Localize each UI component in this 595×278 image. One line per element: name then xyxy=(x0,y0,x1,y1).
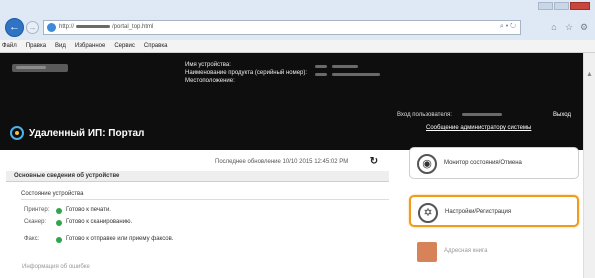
address-book-button[interactable]: Адресная книга xyxy=(409,235,579,267)
address-book-icon xyxy=(417,242,437,262)
menu-edit[interactable]: Правка xyxy=(26,43,46,49)
admin-message-link[interactable]: Сообщение администратору системы xyxy=(426,125,531,131)
status-ok-icon xyxy=(56,237,62,243)
device-name-label: Имя устройства: xyxy=(185,62,231,68)
logout-link[interactable]: Выход xyxy=(553,112,571,118)
remote-ui-icon xyxy=(10,126,24,140)
device-status-title: Состояние устройства xyxy=(21,191,84,197)
brand-logo xyxy=(12,61,72,75)
window-titlebar xyxy=(0,0,595,16)
vertical-scrollbar[interactable]: ▲ xyxy=(583,53,595,278)
menu-view[interactable]: Вид xyxy=(55,43,66,49)
status-label: Факс: xyxy=(24,236,40,242)
status-monitor-button[interactable]: ◉ Монитор состояния/Отмена xyxy=(409,147,579,179)
menu-help[interactable]: Справка xyxy=(144,43,168,49)
device-info: Имя устройства: Наименование продукта (с… xyxy=(185,62,380,86)
menu-favorites[interactable]: Избранное xyxy=(75,43,105,49)
page-title: Удаленный ИП: Портал xyxy=(29,128,145,139)
settings-icon: ✡ xyxy=(418,203,438,223)
status-ok-icon xyxy=(56,220,62,226)
window-controls xyxy=(538,2,590,10)
forward-button[interactable]: → xyxy=(26,21,39,34)
url-scheme: http:// xyxy=(59,24,75,30)
url-tools[interactable]: ⌕ • ↻ xyxy=(500,23,516,31)
menu-label: Настройки/Регистрация xyxy=(445,209,512,215)
back-button[interactable]: ← xyxy=(5,18,24,37)
status-text: Готово к печати. xyxy=(66,207,111,213)
menu-label: Адресная книга xyxy=(444,248,488,254)
eye-icon: ◉ xyxy=(417,154,437,174)
browser-menubar: Файл Правка Вид Избранное Сервис Справка xyxy=(0,40,595,53)
last-update-text: Последнее обновление 10/10 2015 12:45:02… xyxy=(215,159,349,165)
portal-header: Имя устройства: Наименование продукта (с… xyxy=(0,53,583,150)
url-path: /portal_top.html xyxy=(112,24,154,30)
status-text: Готово к сканированию. xyxy=(66,219,133,225)
status-label: Сканер: xyxy=(24,219,47,225)
basic-info-header: Основные сведения об устройстве xyxy=(6,171,389,182)
address-bar: ← → http:// /portal_top.html ⌕ • ↻ ⌂ ☆ ⚙ xyxy=(0,16,595,40)
location-label: Местоположение: xyxy=(185,78,235,84)
ie-page-icon xyxy=(47,23,56,32)
browser-toolbar-icons: ⌂ ☆ ⚙ xyxy=(549,22,589,32)
close-window-button[interactable] xyxy=(570,2,590,10)
divider xyxy=(21,199,389,200)
minimize-button[interactable] xyxy=(538,2,553,10)
menu-file[interactable]: Файл xyxy=(2,43,17,49)
maximize-button[interactable] xyxy=(554,2,569,10)
portal-page: Имя устройства: Наименование продукта (с… xyxy=(0,53,583,278)
favorites-star-icon[interactable]: ☆ xyxy=(564,22,574,32)
basic-info-title: Основные сведения об устройстве xyxy=(14,173,120,179)
status-ok-icon xyxy=(56,208,62,214)
url-field[interactable]: http:// /portal_top.html ⌕ • ↻ xyxy=(43,20,521,35)
menu-label: Монитор состояния/Отмена xyxy=(444,160,522,166)
error-info-title: Информация об ошибке xyxy=(22,264,90,270)
status-label: Принтер: xyxy=(24,207,50,213)
status-text: Готово к отправке или приему факсов. xyxy=(66,236,174,242)
scroll-up-icon[interactable]: ▲ xyxy=(586,71,593,78)
home-icon[interactable]: ⌂ xyxy=(549,22,559,32)
product-name-label: Наименование продукта (серийный номер): xyxy=(185,70,308,76)
refresh-icon[interactable]: ↻ xyxy=(368,156,380,168)
redacted-host xyxy=(76,24,111,28)
gear-icon[interactable]: ⚙ xyxy=(579,22,589,32)
menu-tools[interactable]: Сервис xyxy=(114,43,135,49)
login-user: Вход пользователя: xyxy=(397,112,502,118)
settings-registration-button[interactable]: ✡ Настройки/Регистрация xyxy=(409,195,579,227)
